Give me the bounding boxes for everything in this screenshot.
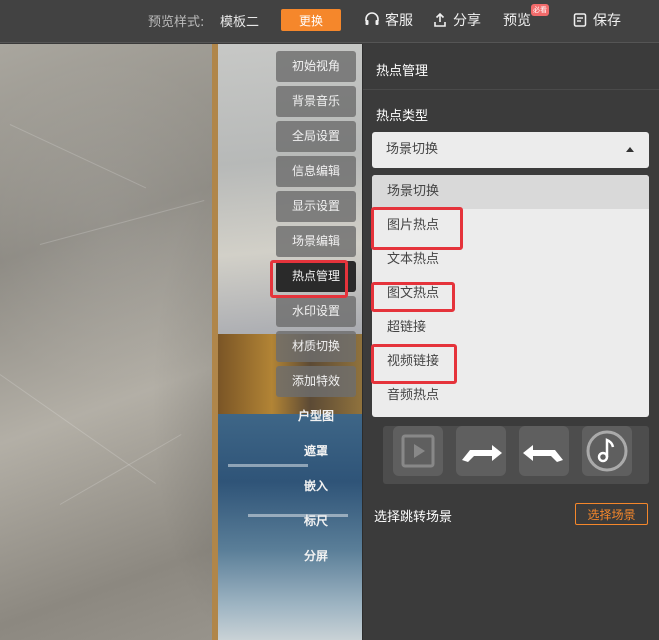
marble-texture <box>39 200 205 245</box>
hotspot-type-dropdown: 场景切换 图片热点 文本热点 图文热点 超链接 视频链接 音频热点 <box>372 175 649 417</box>
top-toolbar: 预览样式: 模板二 更换 客服 分享 预览 必看 保存 <box>0 0 659 43</box>
panorama-viewport[interactable]: 初始视角 背景音乐 全局设置 信息编辑 显示设置 场景编辑 热点管理 水印设置 … <box>0 44 362 640</box>
turn-left-arrow-icon <box>523 445 563 462</box>
menu-embed[interactable]: 嵌入 <box>276 471 356 502</box>
menu-scene-edit[interactable]: 场景编辑 <box>276 226 356 257</box>
menu-ruler[interactable]: 标尺 <box>276 506 356 537</box>
turn-right-icon-button[interactable] <box>456 426 506 476</box>
menu-mask[interactable]: 遮罩 <box>276 436 356 467</box>
menu-initial-view[interactable]: 初始视角 <box>276 51 356 82</box>
menu-add-effects[interactable]: 添加特效 <box>276 366 356 397</box>
menu-material-switch[interactable]: 材质切换 <box>276 331 356 362</box>
menu-watermark-settings[interactable]: 水印设置 <box>276 296 356 327</box>
share-button[interactable]: 分享 <box>432 9 481 31</box>
preview-label: 预览 <box>503 13 531 29</box>
menu-info-edit[interactable]: 信息编辑 <box>276 156 356 187</box>
option-image-hotspot[interactable]: 图片热点 <box>372 209 649 243</box>
menu-hotspot-management[interactable]: 热点管理 <box>276 261 356 292</box>
share-icon <box>434 12 446 27</box>
customer-service-label: 客服 <box>385 13 413 29</box>
save-icon <box>573 13 587 27</box>
selected-type-value: 场景切换 <box>386 142 439 157</box>
menu-global-settings[interactable]: 全局设置 <box>276 121 356 152</box>
share-label: 分享 <box>453 13 481 29</box>
marble-texture <box>0 374 156 484</box>
menu-display-settings[interactable]: 显示设置 <box>276 191 356 222</box>
panel-divider <box>363 89 659 90</box>
menu-floor-plan[interactable]: 户型图 <box>276 401 356 432</box>
menu-split-screen[interactable]: 分屏 <box>276 541 356 572</box>
save-button[interactable]: 保存 <box>572 9 621 31</box>
option-video-link[interactable]: 视频链接 <box>372 345 649 379</box>
play-icon <box>401 434 435 468</box>
select-scene-button[interactable]: 选择场景 <box>575 503 648 525</box>
marble-texture <box>59 434 182 505</box>
hotspot-type-select[interactable]: 场景切换 <box>372 132 649 168</box>
option-image-text-hotspot[interactable]: 图文热点 <box>372 277 649 311</box>
hotspot-icon-row <box>383 426 649 484</box>
turn-left-icon-button[interactable] <box>519 426 569 476</box>
music-note-icon <box>586 430 628 472</box>
option-text-hotspot[interactable]: 文本热点 <box>372 243 649 277</box>
marble-texture <box>9 124 147 189</box>
panel-title: 热点管理 <box>376 64 429 79</box>
hotspot-panel: 热点管理 热点类型 场景切换 场景切换 图片热点 文本热点 图文热点 超链接 视… <box>362 44 659 640</box>
preview-badge: 必看 <box>531 4 549 16</box>
option-hyperlink[interactable]: 超链接 <box>372 311 649 345</box>
jump-scene-label: 选择跳转场景 <box>374 510 453 525</box>
option-audio-hotspot[interactable]: 音频热点 <box>372 379 649 413</box>
customer-service-button[interactable]: 客服 <box>364 9 413 31</box>
music-icon-button[interactable] <box>582 426 632 476</box>
option-scene-switch[interactable]: 场景切换 <box>372 175 649 209</box>
preview-style-label: 预览样式: <box>148 15 205 30</box>
change-template-button[interactable]: 更换 <box>281 9 341 31</box>
turn-right-arrow-icon <box>462 445 502 462</box>
template-name: 模板二 <box>220 15 260 30</box>
hotspot-type-label: 热点类型 <box>376 109 429 124</box>
side-menu: 初始视角 背景音乐 全局设置 信息编辑 显示设置 场景编辑 热点管理 水印设置 … <box>276 51 356 576</box>
save-label: 保存 <box>593 13 621 29</box>
menu-background-music[interactable]: 背景音乐 <box>276 86 356 117</box>
caret-up-icon <box>626 147 634 152</box>
play-icon-button[interactable] <box>393 426 443 476</box>
preview-button[interactable]: 预览 必看 <box>503 4 549 31</box>
headset-icon <box>365 12 379 25</box>
